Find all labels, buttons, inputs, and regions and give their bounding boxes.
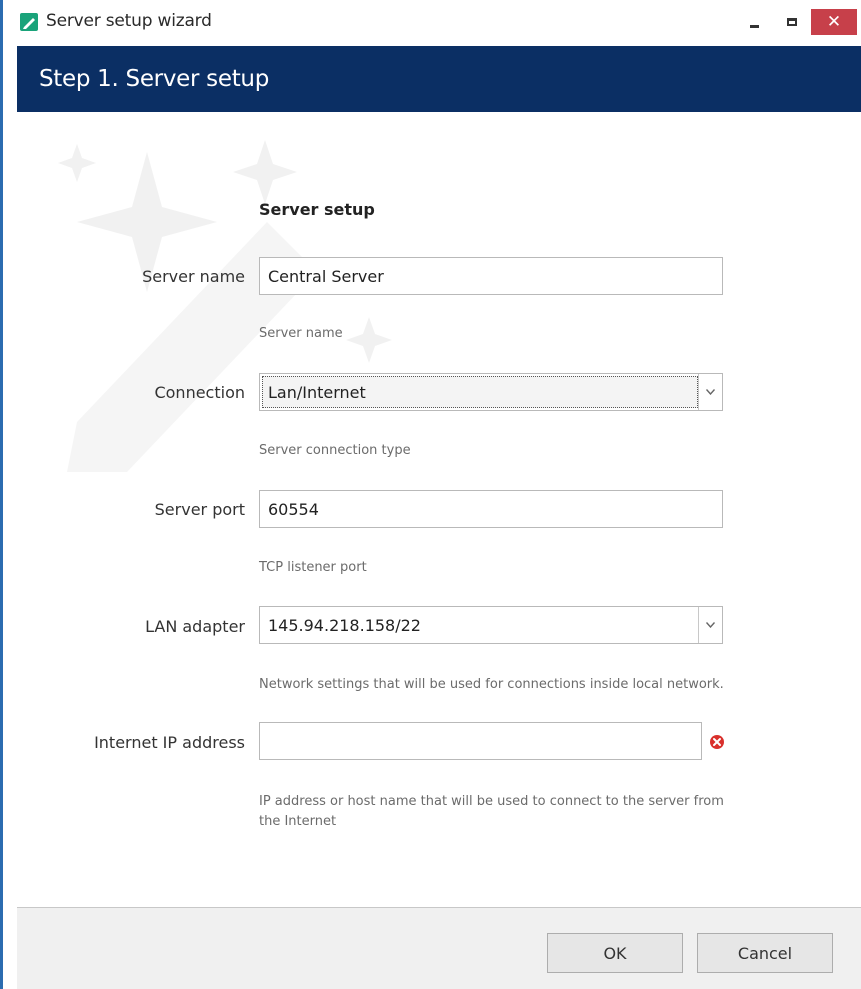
connection-select[interactable]: Lan/Internet bbox=[259, 373, 723, 411]
form-content: Server setup Server name Server name Con… bbox=[17, 112, 861, 906]
server-setup-wizard-window: Server setup wizard ✕ Step 1. Server set… bbox=[0, 0, 861, 989]
internet-ip-hint-line-2: the Internet bbox=[259, 814, 337, 829]
close-icon: ✕ bbox=[826, 12, 842, 32]
close-button[interactable]: ✕ bbox=[811, 9, 857, 35]
cancel-button[interactable]: Cancel bbox=[697, 933, 833, 973]
section-title: Server setup bbox=[259, 200, 375, 219]
server-name-label: Server name bbox=[142, 267, 245, 286]
title-bar[interactable]: Server setup wizard ✕ bbox=[3, 0, 861, 46]
lan-adapter-hint: Network settings that will be used for c… bbox=[259, 677, 724, 692]
internet-ip-input[interactable] bbox=[259, 722, 702, 760]
connection-value: Lan/Internet bbox=[268, 383, 366, 402]
internet-ip-label: Internet IP address bbox=[94, 733, 245, 752]
lan-adapter-value: 145.94.218.158/22 bbox=[268, 616, 421, 635]
connection-hint: Server connection type bbox=[259, 443, 411, 458]
watermark-graphic bbox=[58, 140, 392, 472]
chevron-down-icon[interactable] bbox=[698, 607, 722, 643]
connection-label: Connection bbox=[154, 383, 245, 402]
server-name-hint: Server name bbox=[259, 326, 343, 341]
dialog-footer: OK Cancel bbox=[17, 907, 861, 989]
lan-adapter-label: LAN adapter bbox=[145, 617, 245, 636]
app-icon bbox=[20, 13, 38, 31]
ok-button[interactable]: OK bbox=[547, 933, 683, 973]
minimize-icon bbox=[749, 24, 759, 28]
server-port-hint: TCP listener port bbox=[259, 560, 367, 575]
internet-ip-hint: IP address or host name that will be use… bbox=[259, 792, 724, 832]
internet-ip-hint-line-1: IP address or host name that will be use… bbox=[259, 794, 724, 809]
wizard-step-header: Step 1. Server setup bbox=[17, 46, 861, 112]
maximize-button[interactable] bbox=[779, 8, 805, 36]
server-port-label: Server port bbox=[154, 500, 245, 519]
step-title: Step 1. Server setup bbox=[39, 66, 269, 92]
lan-adapter-select[interactable]: 145.94.218.158/22 bbox=[259, 606, 723, 644]
window-title: Server setup wizard bbox=[46, 11, 212, 31]
server-name-input[interactable] bbox=[259, 257, 723, 295]
minimize-button[interactable] bbox=[741, 8, 767, 36]
server-port-input[interactable] bbox=[259, 490, 723, 528]
chevron-down-icon[interactable] bbox=[698, 374, 722, 410]
error-icon bbox=[710, 735, 724, 749]
maximize-icon bbox=[787, 18, 797, 26]
